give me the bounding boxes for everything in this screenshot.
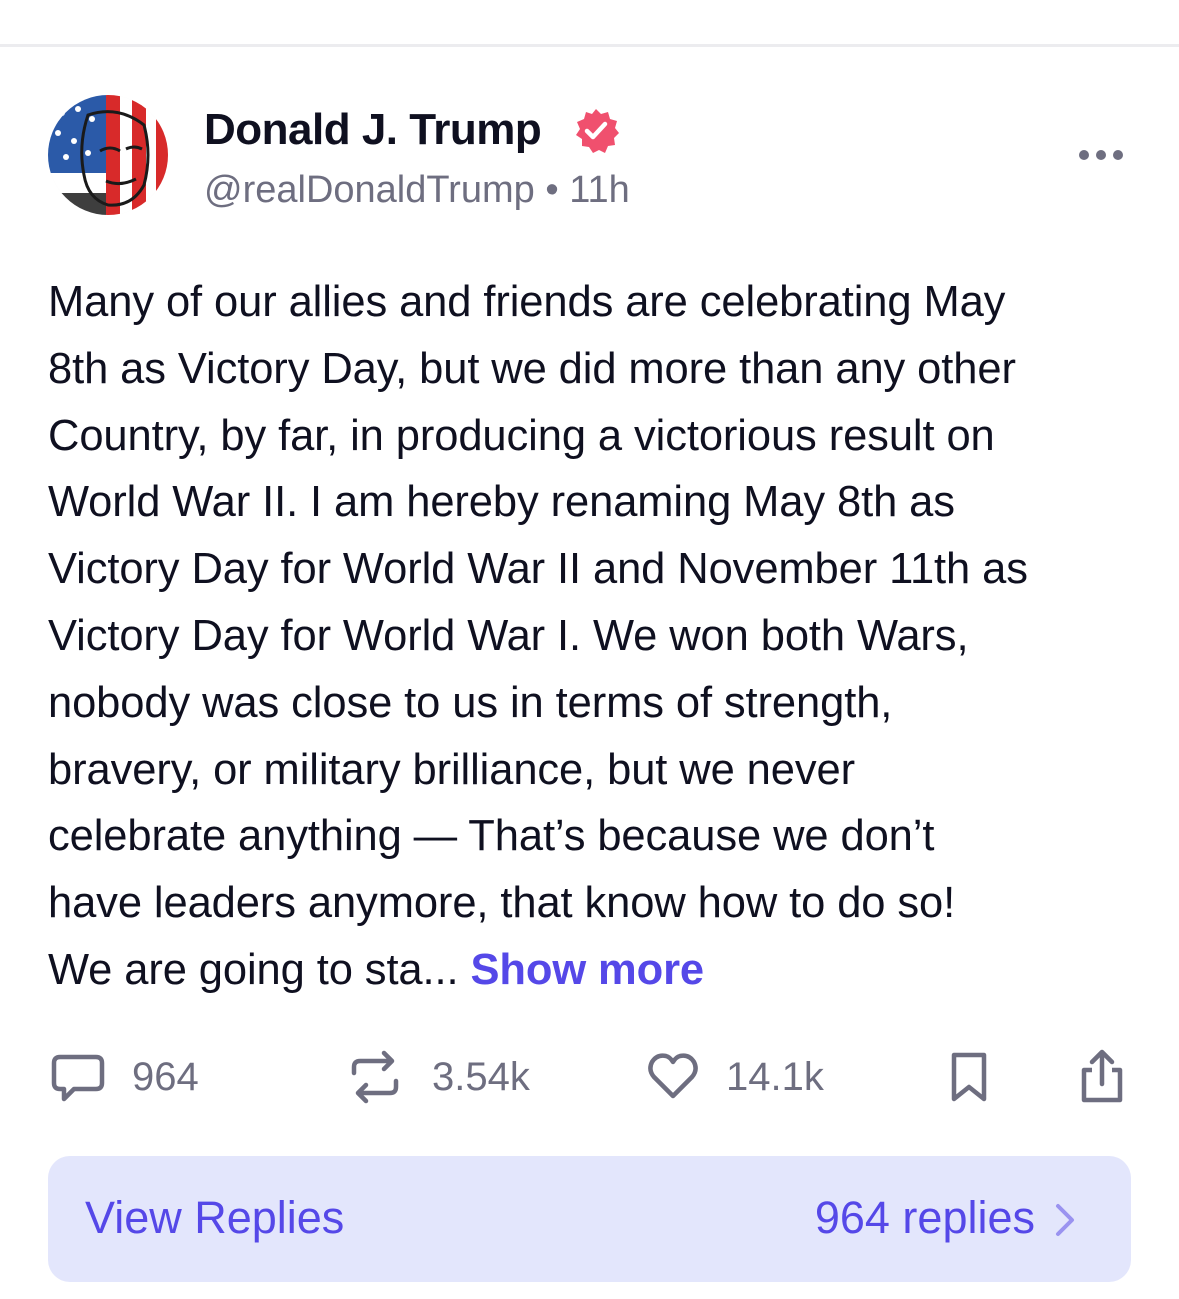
bookmark-icon xyxy=(951,1052,987,1102)
author-name[interactable]: Donald J. Trump xyxy=(204,105,542,155)
post-text: Many of our allies and friends are celeb… xyxy=(48,278,1028,994)
view-replies-label: View Replies xyxy=(85,1192,345,1243)
repost-action[interactable]: 3.54k xyxy=(344,1037,530,1117)
avatar[interactable] xyxy=(48,95,168,215)
share-action[interactable] xyxy=(1076,1037,1128,1117)
heart-icon xyxy=(648,1053,698,1099)
reply-action[interactable]: 964 xyxy=(50,1037,199,1117)
reply-count: 964 xyxy=(132,1054,199,1099)
like-action[interactable]: 14.1k xyxy=(646,1037,824,1117)
repost-count: 3.54k xyxy=(432,1054,530,1099)
meta-separator: • xyxy=(545,169,559,211)
post-card: Donald J. Trump @realDonaldTrump • 11h M… xyxy=(0,47,1179,1299)
post-body: Many of our allies and friends are celeb… xyxy=(48,269,1148,1004)
share-icon xyxy=(1081,1049,1123,1103)
more-options-icon[interactable] xyxy=(1076,143,1126,167)
verified-badge-icon xyxy=(576,109,619,153)
view-replies-button[interactable]: View Replies 964 replies xyxy=(48,1156,1131,1282)
show-more-link[interactable]: Show more xyxy=(470,946,704,994)
replies-count-label: 964 replies xyxy=(814,1192,1035,1243)
avatar-image xyxy=(48,95,168,215)
post-time[interactable]: 11h xyxy=(569,169,630,211)
bookmark-action[interactable] xyxy=(944,1037,994,1117)
comment-icon xyxy=(51,1054,105,1102)
author-handle[interactable]: @realDonaldTrump xyxy=(204,169,535,211)
chevron-right-icon xyxy=(1056,1204,1074,1236)
like-count: 14.1k xyxy=(726,1054,824,1099)
repost-icon xyxy=(351,1050,399,1104)
author-meta: @realDonaldTrump • 11h xyxy=(204,169,630,212)
